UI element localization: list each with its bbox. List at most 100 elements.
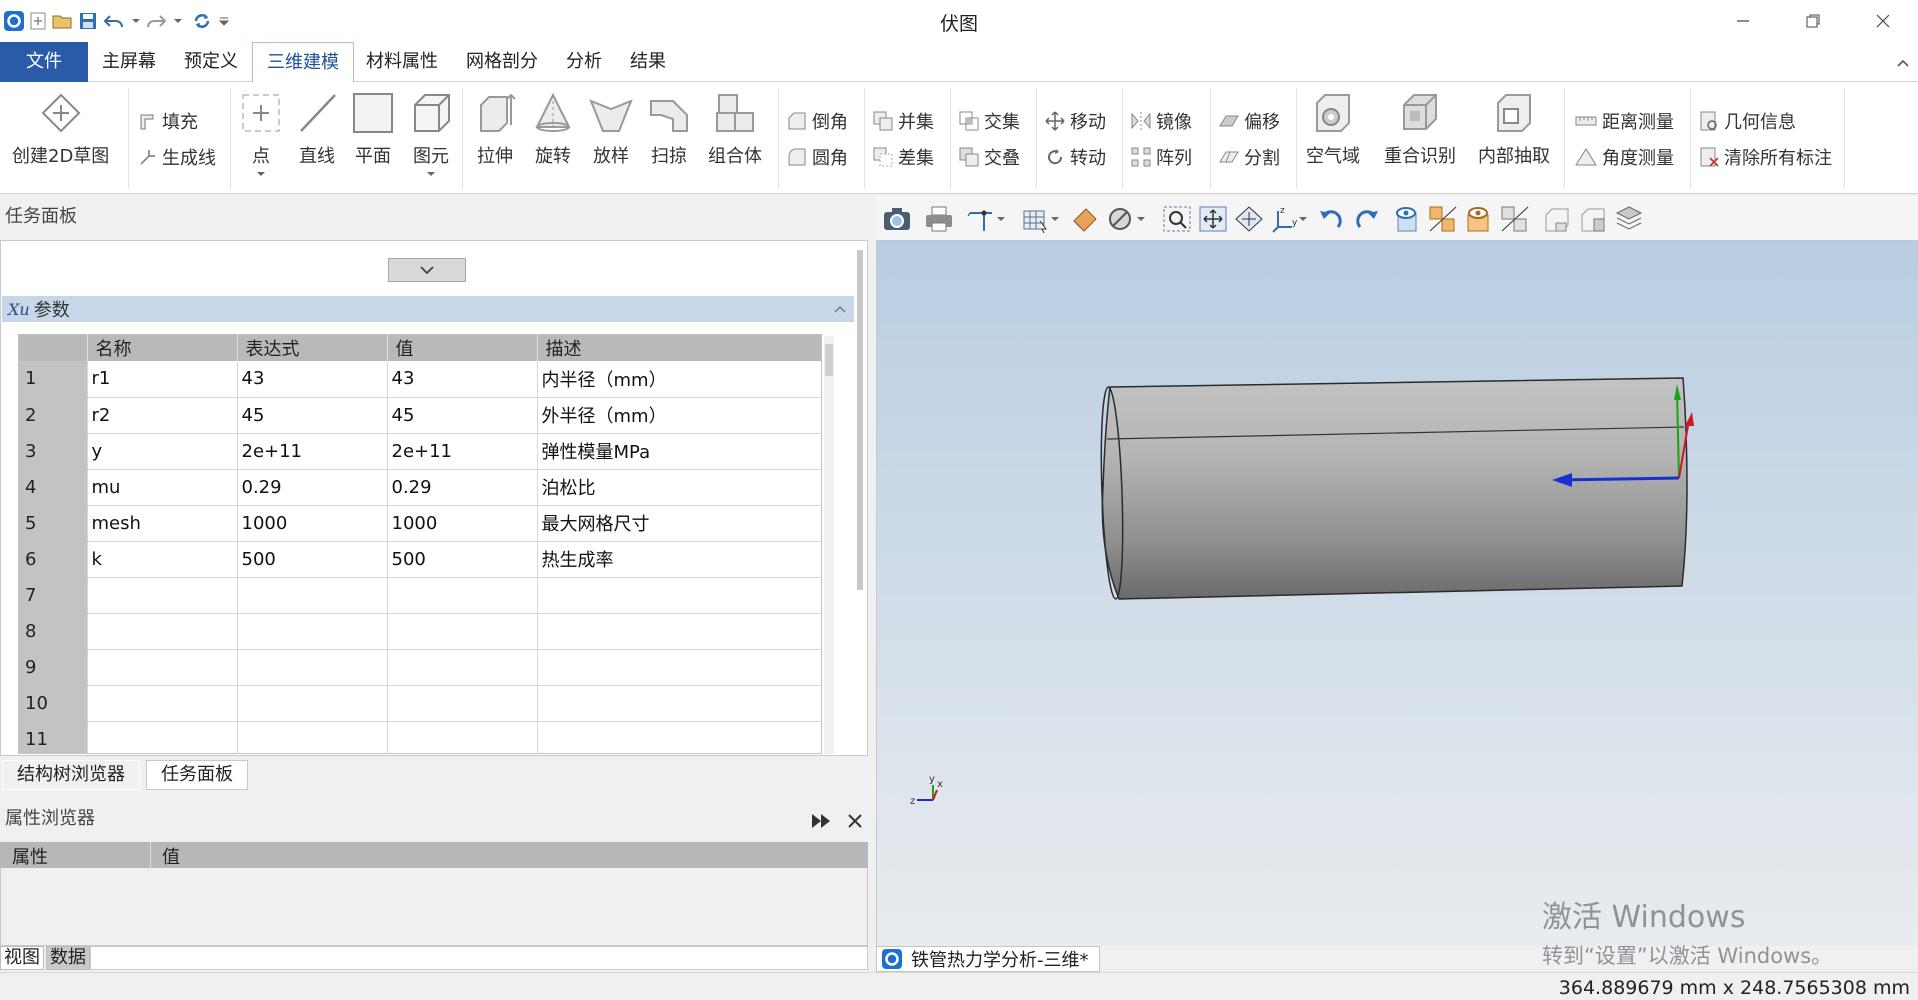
table-row[interactable]: 3 y 2e+11 2e+11 弹性模量MPa (19, 433, 821, 470)
mirror-button[interactable]: 镜像 (1130, 108, 1192, 134)
name-cell[interactable] (87, 613, 238, 650)
expression-cell[interactable] (237, 685, 388, 722)
coordinate-dropdown-icon[interactable] (1296, 204, 1310, 234)
zoom-window-icon[interactable] (1162, 204, 1192, 234)
redo-icon[interactable] (144, 9, 168, 33)
expression-cell[interactable] (237, 721, 388, 753)
inner-extract-button[interactable]: 内部抽取 (1478, 90, 1550, 168)
layer-stack-icon[interactable] (1614, 204, 1644, 234)
compound-button[interactable]: 组合体 (708, 90, 762, 168)
angle-measure-button[interactable]: 角度测量 (1574, 144, 1674, 170)
description-cell[interactable]: 内半径（mm） (537, 361, 821, 398)
fast-forward-icon[interactable] (810, 812, 832, 835)
table-row[interactable]: 1 r1 43 43 内半径（mm） (19, 361, 821, 398)
rotate-left-icon[interactable] (1316, 204, 1346, 234)
show-all-icon[interactable] (1464, 204, 1494, 234)
extrude-button[interactable]: 拉伸 (472, 90, 518, 168)
description-cell[interactable] (537, 577, 821, 614)
undo-icon[interactable] (102, 9, 126, 33)
close-window-button[interactable] (1848, 0, 1918, 42)
name-cell[interactable]: r1 (87, 361, 238, 398)
section-dropdown-icon[interactable] (1134, 204, 1148, 234)
document-tab[interactable]: 铁管热力学分析-三维* (876, 946, 1100, 972)
expression-cell[interactable] (237, 613, 388, 650)
name-cell[interactable]: mesh (87, 505, 238, 542)
restore-button[interactable] (1778, 0, 1848, 42)
value-cell[interactable] (387, 721, 538, 753)
rotate-button[interactable]: 转动 (1044, 144, 1106, 170)
rotate-right-icon[interactable] (1352, 204, 1382, 234)
tab-task-panel[interactable]: 任务面板 (146, 760, 248, 790)
tab-view[interactable]: 视图 (0, 946, 44, 970)
table-row[interactable]: 7 (19, 577, 821, 614)
tab-analysis[interactable]: 分析 (552, 42, 616, 82)
clip-plane-icon[interactable] (1500, 204, 1530, 234)
column-header-expression[interactable]: 表达式 (237, 335, 388, 361)
union-button[interactable]: 并集 (872, 108, 934, 134)
expression-cell[interactable]: 500 (237, 541, 388, 578)
expression-cell[interactable]: 1000 (237, 505, 388, 542)
table-row[interactable]: 11 (19, 721, 821, 753)
open-folder-icon[interactable] (50, 9, 74, 33)
screenshot-camera-icon[interactable] (882, 204, 912, 234)
point-button[interactable]: 点 (238, 90, 284, 178)
tab-results[interactable]: 结果 (616, 42, 680, 82)
table-row[interactable]: 6 k 500 500 热生成率 (19, 541, 821, 578)
name-cell[interactable]: y (87, 433, 238, 470)
name-cell[interactable]: r2 (87, 397, 238, 434)
offset-button[interactable]: 偏移 (1218, 108, 1280, 134)
name-cell[interactable] (87, 721, 238, 753)
customize-toolbar-icon[interactable] (212, 9, 236, 33)
line-button[interactable]: 直线 (294, 90, 340, 168)
model-canvas[interactable]: z x y (877, 240, 1918, 946)
value-cell[interactable] (387, 649, 538, 686)
description-cell[interactable] (537, 613, 821, 650)
name-cell[interactable] (87, 685, 238, 722)
value-cell[interactable] (387, 685, 538, 722)
minimize-button[interactable] (1708, 0, 1778, 42)
name-cell[interactable]: k (87, 541, 238, 578)
table-row[interactable]: 9 (19, 649, 821, 686)
description-cell[interactable]: 泊松比 (537, 469, 821, 506)
primitive-dropdown-icon[interactable] (426, 170, 436, 178)
table-row[interactable]: 5 mesh 1000 1000 最大网格尺寸 (19, 505, 821, 542)
mesh-dropdown-icon[interactable] (1048, 204, 1062, 234)
expression-cell[interactable]: 45 (237, 397, 388, 434)
show-hide-icon[interactable] (1392, 204, 1422, 234)
fit-all-icon[interactable] (1234, 204, 1264, 234)
description-cell[interactable]: 弹性模量MPa (537, 433, 821, 470)
generate-line-button[interactable]: 生成线 (138, 144, 216, 170)
collapse-panel-button[interactable] (388, 258, 466, 282)
tab-material-properties[interactable]: 材料属性 (352, 42, 452, 82)
params-section-header[interactable]: Xu 参数 (2, 296, 854, 322)
expression-cell[interactable] (237, 577, 388, 614)
3d-viewport[interactable]: z x y (876, 240, 1918, 946)
name-cell[interactable] (87, 577, 238, 614)
tab-predefine[interactable]: 预定义 (170, 42, 252, 82)
eraser-icon[interactable] (1070, 204, 1100, 234)
save-icon[interactable] (76, 9, 100, 33)
value-cell[interactable]: 1000 (387, 505, 538, 542)
panel-scrollbar[interactable] (855, 244, 865, 754)
air-domain-button[interactable]: 空气域 (1306, 90, 1360, 168)
plane-button[interactable]: 平面 (350, 90, 396, 168)
distance-measure-button[interactable]: 距离测量 (1574, 108, 1674, 134)
print-icon[interactable] (924, 204, 954, 234)
create-2d-sketch-button[interactable]: 创建2D草图 (12, 90, 109, 168)
refresh-icon[interactable] (190, 9, 214, 33)
table-row[interactable]: 8 (19, 613, 821, 650)
point-dropdown-icon[interactable] (256, 170, 266, 178)
redo-dropdown-icon[interactable] (166, 9, 190, 33)
table-scrollbar[interactable] (824, 336, 834, 754)
move-button[interactable]: 移动 (1044, 108, 1106, 134)
fill-button[interactable]: 填充 (138, 108, 198, 134)
tab-data[interactable]: 数据 (46, 946, 90, 970)
value-cell[interactable]: 500 (387, 541, 538, 578)
table-row[interactable]: 10 (19, 685, 821, 722)
tab-meshing[interactable]: 网格剖分 (452, 42, 552, 82)
close-icon[interactable] (846, 812, 864, 835)
value-cell[interactable] (387, 577, 538, 614)
description-cell[interactable] (537, 685, 821, 722)
loft-button[interactable]: 放样 (588, 90, 634, 168)
difference-button[interactable]: 差集 (872, 144, 934, 170)
